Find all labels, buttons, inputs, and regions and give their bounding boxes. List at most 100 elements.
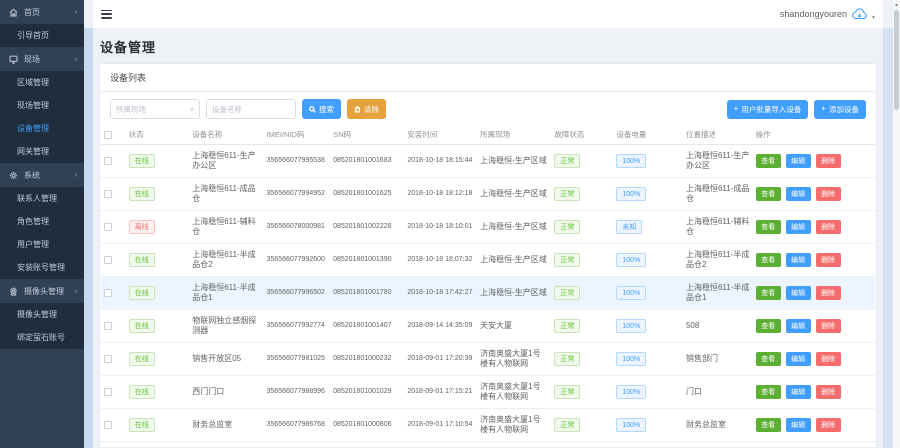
- table-row: 在线销售开放区053565660779810250852018010002322…: [101, 343, 875, 376]
- site-cell: 上海稳恒-生产区域: [477, 145, 551, 178]
- row-actions: 查看编辑删除: [756, 352, 872, 366]
- select-all-checkbox[interactable]: [104, 131, 112, 139]
- sn-cell: 085201801000806: [330, 409, 404, 442]
- status-cell: 在线: [126, 310, 189, 343]
- edit-button[interactable]: 编辑: [786, 352, 811, 366]
- sidebar-scrollbar[interactable]: [84, 28, 93, 448]
- edit-button[interactable]: 编辑: [786, 286, 811, 300]
- delete-button[interactable]: 删除: [816, 154, 841, 168]
- content-scrollbar[interactable]: [883, 28, 893, 448]
- sidebar-item-gateway-mgmt[interactable]: 网关管理: [0, 140, 84, 163]
- row-checkbox-cell: [101, 343, 126, 376]
- row-checkbox[interactable]: [104, 322, 112, 330]
- delete-button[interactable]: 删除: [816, 385, 841, 399]
- actions-cell: 查看编辑删除: [753, 277, 875, 310]
- edit-button[interactable]: 编辑: [786, 253, 811, 267]
- install-time-cell: 2018-09-01 17:10:54: [404, 409, 477, 442]
- sn-cell: 085201801001780: [330, 277, 404, 310]
- delete-button[interactable]: 删除: [816, 418, 841, 432]
- view-button[interactable]: 查看: [756, 187, 781, 201]
- add-device-button[interactable]: + 添加设备: [814, 100, 866, 119]
- row-checkbox[interactable]: [104, 223, 112, 231]
- sidebar-item-site[interactable]: 现场∧: [0, 47, 84, 71]
- imei-cell: 356566077981025: [264, 343, 331, 376]
- device-name-input[interactable]: [212, 105, 290, 114]
- search-button[interactable]: 搜索: [302, 99, 341, 119]
- sidebar-item-site-mgmt[interactable]: 现场管理: [0, 94, 84, 117]
- view-button[interactable]: 查看: [756, 253, 781, 267]
- view-button[interactable]: 查看: [756, 352, 781, 366]
- row-checkbox[interactable]: [104, 190, 112, 198]
- sidebar-item-guide-home[interactable]: 引导首页: [0, 24, 84, 47]
- install-time-cell: 2018-10-18 18:10:01: [404, 211, 477, 244]
- sidebar-item-contact-mgmt[interactable]: 联系人管理: [0, 187, 84, 210]
- install-time-cell: 2018-09-01 17:20:39: [404, 343, 477, 376]
- battery-cell: 100%: [613, 277, 683, 310]
- home-icon: [9, 8, 18, 17]
- view-button[interactable]: 查看: [756, 319, 781, 333]
- sidebar-item-label: 区域管理: [17, 77, 49, 88]
- sidebar-item-camera-mgmt-group[interactable]: 摄像头管理∧: [0, 279, 84, 303]
- sidebar-item-label: 现场: [24, 54, 74, 65]
- edit-button[interactable]: 编辑: [786, 418, 811, 432]
- bulk-import-devices-button[interactable]: + 用户批量导入设备: [727, 100, 809, 119]
- delete-button[interactable]: 删除: [816, 253, 841, 267]
- sidebar-item-bind-ezviz-account[interactable]: 绑定萤石账号: [0, 326, 84, 349]
- hamburger-menu-icon[interactable]: [101, 10, 112, 19]
- scroll-up-arrow-icon: ▲: [894, 0, 899, 10]
- sidebar-item-area-mgmt[interactable]: 区域管理: [0, 71, 84, 94]
- sidebar-item-role-mgmt[interactable]: 角色管理: [0, 210, 84, 233]
- view-button[interactable]: 查看: [756, 385, 781, 399]
- actions-cell: 查看编辑删除: [753, 145, 875, 178]
- view-button[interactable]: 查看: [756, 286, 781, 300]
- actions-cell: 查看编辑删除: [753, 409, 875, 442]
- row-checkbox-cell: [101, 310, 126, 343]
- sidebar-item-home[interactable]: 首页∧: [0, 0, 84, 24]
- battery-badge: 100%: [616, 352, 646, 366]
- edit-button[interactable]: 编辑: [786, 220, 811, 234]
- sidebar-item-camera-mgmt[interactable]: 摄像头管理: [0, 303, 84, 326]
- row-actions: 查看编辑删除: [756, 253, 872, 267]
- sidebar-item-device-mgmt[interactable]: 设备管理: [0, 117, 84, 140]
- site-filter-select[interactable]: 所属现场 ∨: [110, 99, 200, 119]
- edit-button[interactable]: 编辑: [786, 187, 811, 201]
- delete-button[interactable]: 删除: [816, 187, 841, 201]
- scrollbar-thumb[interactable]: [894, 10, 899, 110]
- view-button[interactable]: 查看: [756, 220, 781, 234]
- delete-button[interactable]: 删除: [816, 319, 841, 333]
- window-scrollbar[interactable]: ▲: [893, 0, 900, 448]
- row-checkbox[interactable]: [104, 421, 112, 429]
- actions-cell: 查看编辑删除: [753, 211, 875, 244]
- sidebar-item-install-account-mgmt[interactable]: 安装账号管理: [0, 256, 84, 279]
- row-checkbox[interactable]: [104, 157, 112, 165]
- sidebar-item-user-mgmt[interactable]: 用户管理: [0, 233, 84, 256]
- location-cell: 门口: [683, 376, 753, 409]
- row-checkbox[interactable]: [104, 355, 112, 363]
- row-checkbox[interactable]: [104, 388, 112, 396]
- device-name-field: [206, 99, 296, 119]
- edit-button[interactable]: 编辑: [786, 154, 811, 168]
- site-cell: 上海稳恒-生产区域: [477, 277, 551, 310]
- actions-cell: 查看编辑删除: [753, 244, 875, 277]
- status-badge: 在线: [129, 253, 155, 267]
- row-checkbox[interactable]: [104, 256, 112, 264]
- delete-button[interactable]: 删除: [816, 352, 841, 366]
- view-button[interactable]: 查看: [756, 418, 781, 432]
- edit-button[interactable]: 编辑: [786, 385, 811, 399]
- row-checkbox-cell: [101, 211, 126, 244]
- sidebar-item-system[interactable]: 系统∧: [0, 163, 84, 187]
- delete-button[interactable]: 删除: [816, 220, 841, 234]
- sn-cell: 085201801001683: [330, 145, 404, 178]
- device-table: 状态设备名称IMEI/NID码SN码安装时间所属现场故障状态设备电量位置描述操作…: [100, 125, 876, 447]
- sidebar-item-label: 绑定萤石账号: [17, 332, 65, 343]
- view-button[interactable]: 查看: [756, 154, 781, 168]
- battery-cell: 100%: [613, 409, 683, 442]
- sidebar-item-label: 摄像头管理: [17, 309, 57, 320]
- clear-button[interactable]: 清除: [347, 99, 386, 119]
- location-cell: 508: [683, 310, 753, 343]
- edit-button[interactable]: 编辑: [786, 319, 811, 333]
- row-checkbox[interactable]: [104, 289, 112, 297]
- location-cell: 上海稳恒611-辅料仓: [683, 211, 753, 244]
- user-menu[interactable]: shandongyouren ▾: [780, 8, 875, 21]
- delete-button[interactable]: 删除: [816, 286, 841, 300]
